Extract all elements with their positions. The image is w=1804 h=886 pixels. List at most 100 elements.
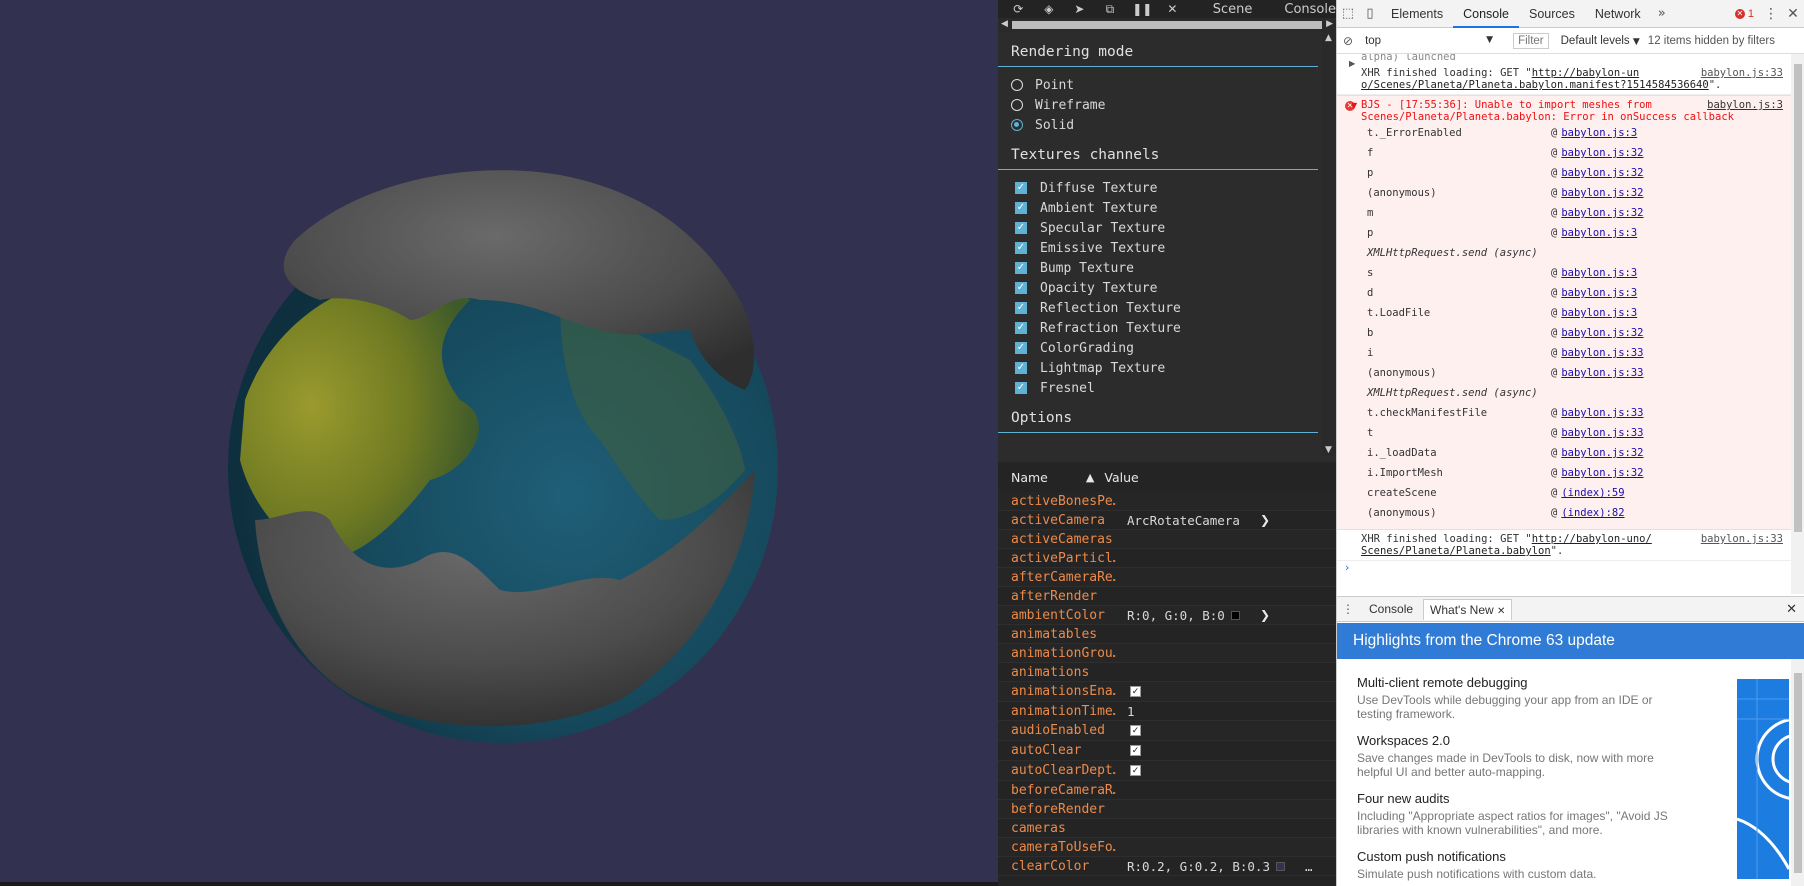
refresh-icon[interactable]: ⟳ — [1010, 2, 1027, 16]
vertical-scrollbar[interactable]: ▲ ▼ — [1322, 32, 1336, 456]
log-levels-dropdown[interactable]: Default levels ▼ — [1561, 35, 1640, 47]
property-row[interactable]: activeBonesPe… — [998, 492, 1336, 511]
color-swatch[interactable] — [1276, 861, 1285, 871]
drawer-menu-icon[interactable]: ⋮ — [1337, 602, 1359, 616]
tab-elements[interactable]: Elements — [1381, 0, 1453, 28]
property-row[interactable]: activeCameras — [998, 530, 1336, 549]
property-row[interactable]: ambientColor R:0, G:0, B:0 ❯ — [998, 606, 1336, 625]
drawer-tab-whats-new[interactable]: What's New ✕ — [1423, 598, 1513, 620]
property-row[interactable]: cameraToUseFo… — [998, 838, 1336, 857]
property-row[interactable]: animationsEna… ✓ — [998, 682, 1336, 702]
property-row[interactable]: animations — [998, 663, 1336, 682]
texture-channel-row[interactable]: ✓ Ambient Texture — [998, 198, 1336, 218]
texture-channel-row[interactable]: ✓ Lightmap Texture — [998, 358, 1336, 378]
checkbox-checked-icon[interactable]: ✓ — [1015, 222, 1027, 234]
checkbox-checked-icon[interactable]: ✓ — [1130, 745, 1141, 756]
checkbox-checked-icon[interactable]: ✓ — [1130, 765, 1141, 776]
texture-channel-row[interactable]: ✓ Diffuse Texture — [998, 178, 1336, 198]
property-row[interactable]: activeCamera ArcRotateCamera ❯ — [998, 511, 1336, 530]
color-swatch[interactable] — [1230, 610, 1240, 620]
log-url-link[interactable]: o/Scenes/Planeta/Planeta.babylon.manifes… — [1361, 79, 1709, 91]
pause-icon[interactable]: ❚❚ — [1132, 2, 1152, 16]
close-drawer-icon[interactable]: ✕ — [1786, 602, 1797, 617]
texture-channel-row[interactable]: ✓ Fresnel — [998, 378, 1336, 398]
expand-chevron-icon[interactable]: ❯ — [1260, 513, 1270, 527]
property-row[interactable]: animationGrou… — [998, 644, 1336, 663]
checkbox-checked-icon[interactable]: ✓ — [1130, 686, 1141, 697]
scroll-down-icon[interactable]: ▼ — [1325, 445, 1332, 455]
checkbox-checked-icon[interactable]: ✓ — [1015, 322, 1027, 334]
property-row[interactable]: clearColor R:0.2, G:0.2, B:0.3… — [998, 857, 1336, 876]
property-row[interactable]: cameras — [998, 819, 1336, 838]
texture-channel-row[interactable]: ✓ Specular Texture — [998, 218, 1336, 238]
checkbox-checked-icon[interactable]: ✓ — [1015, 242, 1027, 254]
texture-channel-row[interactable]: ✓ Bump Texture — [998, 258, 1336, 278]
property-row[interactable]: beforeCameraR… — [998, 781, 1336, 800]
checkbox-checked-icon[interactable]: ✓ — [1015, 182, 1027, 194]
close-devtools-icon[interactable]: ✕ — [1782, 6, 1804, 22]
error-source-link[interactable]: babylon.js:3 — [1707, 99, 1783, 111]
popout-icon[interactable]: ⧉ — [1102, 2, 1119, 17]
log-source-link[interactable]: babylon.js:33 — [1701, 67, 1783, 79]
stack-source-link[interactable]: babylon.js:3 — [1561, 227, 1637, 239]
console-prompt[interactable]: › — [1337, 561, 1791, 574]
checkbox-checked-icon[interactable]: ✓ — [1015, 382, 1027, 394]
scrollbar-thumb[interactable] — [1794, 673, 1802, 873]
stack-source-link[interactable]: babylon.js:32 — [1561, 207, 1643, 219]
tab-network[interactable]: Network — [1585, 0, 1651, 28]
log-url-link[interactable]: http://babylon-un — [1532, 67, 1639, 79]
name-column-header[interactable]: Name — [1011, 470, 1048, 485]
log-url-link[interactable]: http://babylon-uno/ — [1532, 533, 1652, 545]
console-message-xhr[interactable]: ▶ XHR finished loading: GET "http://baby… — [1337, 59, 1791, 561]
sort-ascending-icon[interactable]: ▲ — [1086, 471, 1094, 484]
stack-source-link[interactable]: babylon.js:33 — [1561, 407, 1643, 419]
whats-new-scrollbar[interactable] — [1791, 659, 1804, 886]
texture-channel-row[interactable]: ✓ Opacity Texture — [998, 278, 1336, 298]
stack-source-link[interactable]: babylon.js:32 — [1561, 187, 1643, 199]
radio-point[interactable]: Point — [998, 75, 1336, 95]
stack-source-link[interactable]: babylon.js:32 — [1561, 327, 1643, 339]
checkbox-checked-icon[interactable]: ✓ — [1015, 302, 1027, 314]
checkbox-checked-icon[interactable]: ✓ — [1015, 282, 1027, 294]
kebab-menu-icon[interactable]: ⋮ — [1760, 6, 1782, 22]
radio-icon[interactable] — [1011, 79, 1023, 91]
whats-new-item[interactable]: Workspaces 2.0 Save changes made in DevTo… — [1357, 733, 1687, 779]
stack-source-link[interactable]: babylon.js:3 — [1561, 307, 1637, 319]
stack-source-link[interactable]: babylon.js:33 — [1561, 367, 1643, 379]
scrollbar-thumb[interactable] — [1794, 64, 1802, 532]
radio-icon[interactable] — [1011, 99, 1023, 111]
tab-sources[interactable]: Sources — [1519, 0, 1585, 28]
collapse-triangle-icon[interactable]: ▼ — [1351, 101, 1357, 110]
log-source-link[interactable]: babylon.js:33 — [1701, 533, 1783, 545]
stack-source-link[interactable]: babylon.js:3 — [1561, 267, 1637, 279]
console-error-message[interactable]: ✕ ▼ BJS - [17:55:36]: Unable to import m… — [1337, 95, 1791, 530]
pointer-icon[interactable]: ➤ — [1071, 2, 1088, 16]
inspect-element-icon[interactable]: ⬚ — [1337, 6, 1359, 21]
expand-chevron-icon[interactable]: ❯ — [1260, 608, 1270, 622]
radio-solid[interactable]: Solid — [998, 115, 1336, 135]
property-row[interactable]: activeParticl… — [998, 549, 1336, 568]
radio-selected-icon[interactable] — [1011, 119, 1023, 131]
context-selector[interactable]: top ▼ — [1365, 35, 1493, 47]
property-row[interactable]: animationTime… 1 — [998, 702, 1336, 721]
close-icon[interactable]: ✕ — [1164, 2, 1181, 16]
more-tabs-icon[interactable]: » — [1651, 6, 1673, 21]
checkbox-checked-icon[interactable]: ✓ — [1015, 342, 1027, 354]
scrollbar-thumb[interactable] — [1012, 21, 1322, 29]
property-row[interactable]: autoClear ✓ — [998, 741, 1336, 761]
whats-new-item[interactable]: Multi-client remote debugging Use DevTool… — [1357, 675, 1687, 721]
stack-source-link[interactable]: babylon.js:3 — [1561, 287, 1637, 299]
scroll-up-icon[interactable]: ▲ — [1325, 33, 1332, 43]
stack-source-link[interactable]: (index):82 — [1561, 507, 1624, 519]
console-message-xhr[interactable]: ▶ XHR finished loading: GET "http://baby… — [1337, 59, 1791, 95]
stack-source-link[interactable]: babylon.js:33 — [1561, 347, 1643, 359]
stack-source-link[interactable]: babylon.js:3 — [1561, 127, 1637, 139]
property-row[interactable]: beforeRender — [998, 800, 1336, 819]
property-row[interactable]: afterRender — [998, 587, 1336, 606]
tag-icon[interactable]: ◈ — [1041, 2, 1058, 16]
close-tab-icon[interactable]: ✕ — [1497, 606, 1505, 617]
inspector-tab-console[interactable]: Console — [1284, 2, 1336, 17]
stack-source-link[interactable]: babylon.js:32 — [1561, 467, 1643, 479]
error-counter[interactable]: ✕ 1 — [1734, 8, 1760, 20]
property-row[interactable]: autoClearDept… ✓ — [998, 761, 1336, 781]
